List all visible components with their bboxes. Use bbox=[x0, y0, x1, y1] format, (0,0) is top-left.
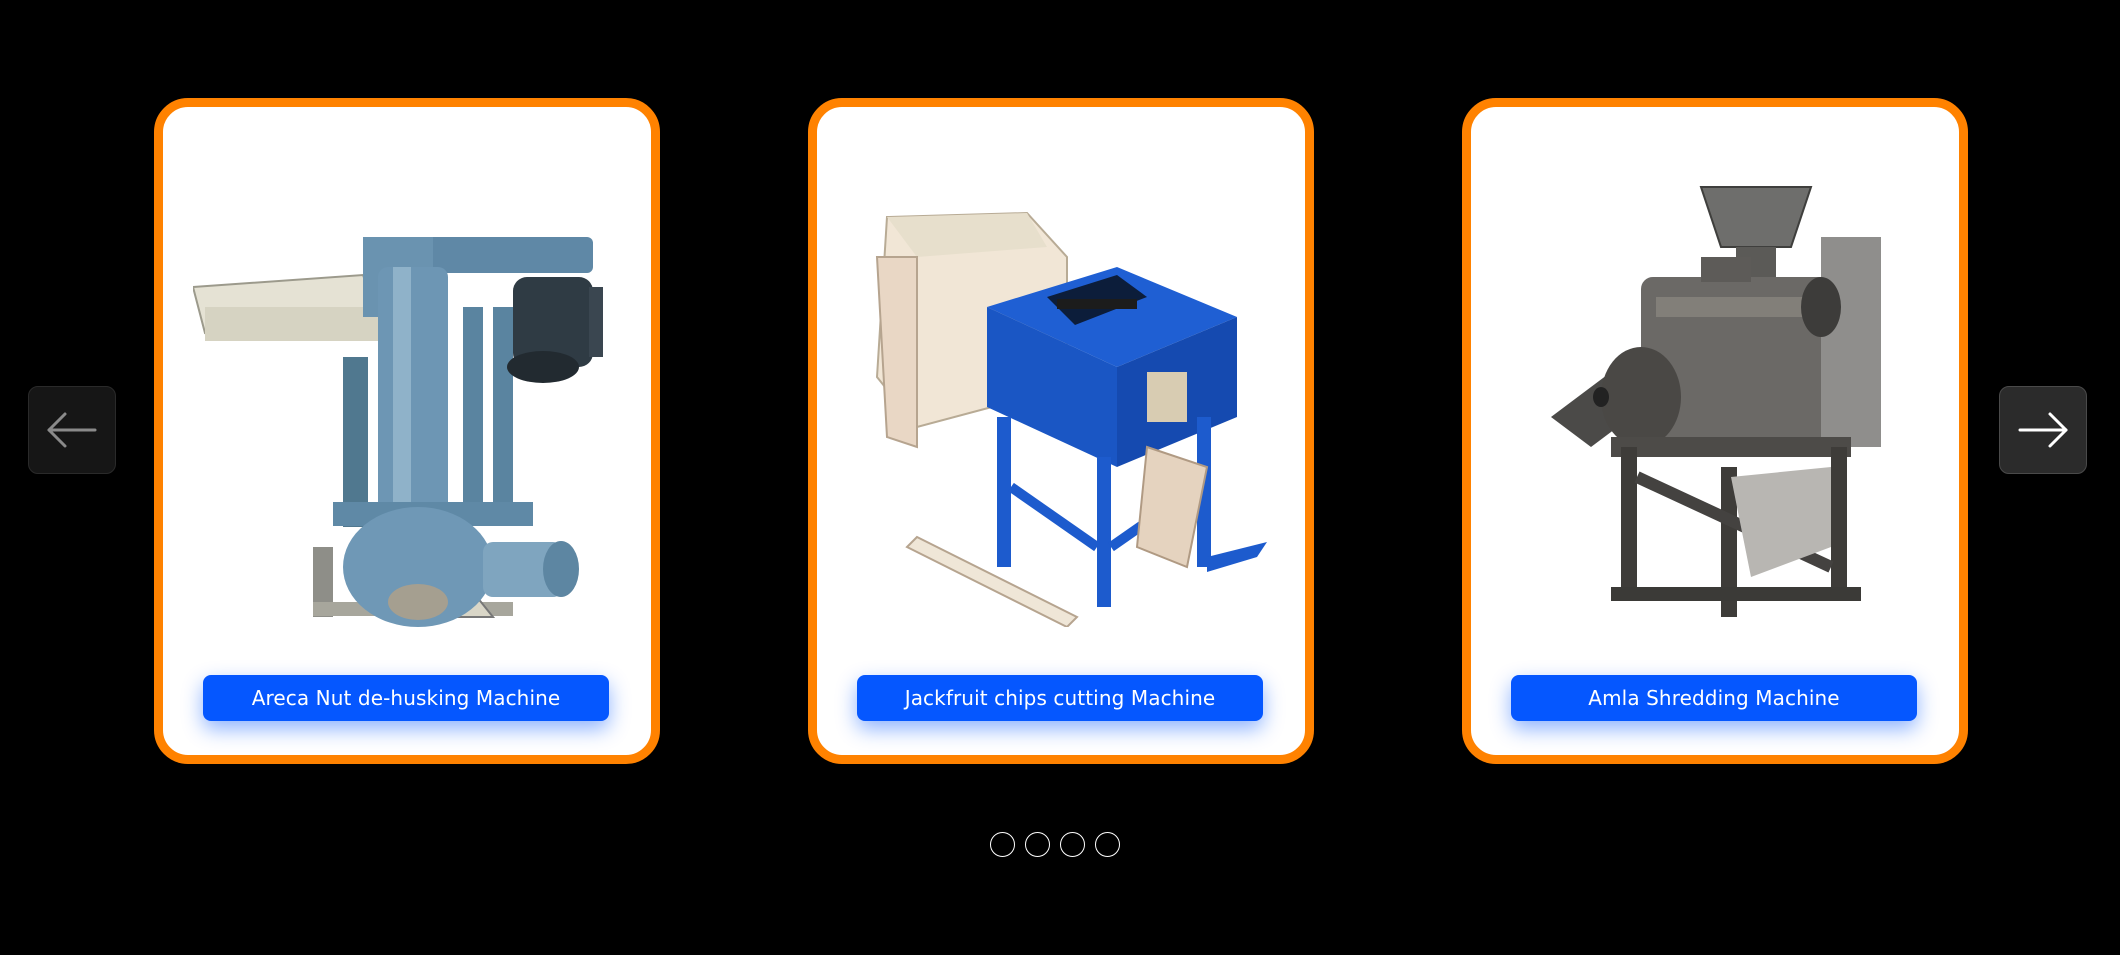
pagination-dot-4[interactable] bbox=[1095, 832, 1120, 857]
arrow-left-icon bbox=[47, 412, 97, 448]
carousel-next-button[interactable] bbox=[1999, 386, 2087, 474]
pagination-dot-3[interactable] bbox=[1060, 832, 1085, 857]
arrow-right-icon bbox=[2018, 412, 2068, 448]
product-label[interactable]: Jackfruit chips cutting Machine bbox=[857, 675, 1263, 721]
product-card-areca-nut[interactable]: Areca Nut de-husking Machine bbox=[154, 98, 660, 764]
pagination-dot-2[interactable] bbox=[1025, 832, 1050, 857]
product-card-amla[interactable]: Amla Shredding Machine bbox=[1462, 98, 1968, 764]
carousel-prev-button[interactable] bbox=[28, 386, 116, 474]
pagination-dot-1[interactable] bbox=[990, 832, 1015, 857]
product-label[interactable]: Areca Nut de-husking Machine bbox=[203, 675, 609, 721]
product-carousel: Areca Nut de-husking Machine Jackfruit c… bbox=[0, 0, 2120, 955]
jackfruit-chips-cutting-machine-image bbox=[875, 211, 1267, 627]
product-card-jackfruit[interactable]: Jackfruit chips cutting Machine bbox=[808, 98, 1314, 764]
carousel-pagination bbox=[990, 832, 1120, 857]
product-label[interactable]: Amla Shredding Machine bbox=[1511, 675, 1917, 721]
areca-nut-dehusking-machine-image bbox=[193, 237, 603, 627]
amla-shredding-machine-image bbox=[1551, 186, 1881, 617]
